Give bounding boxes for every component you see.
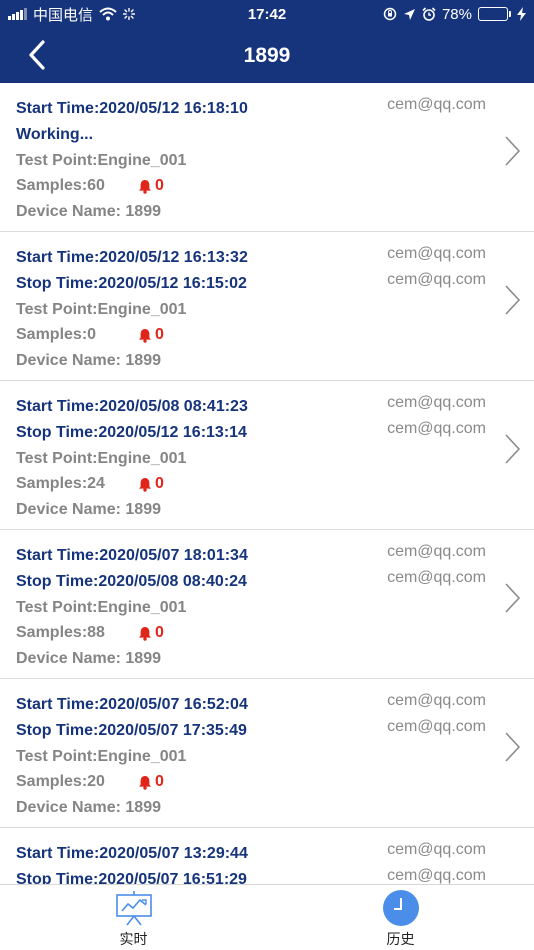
record-item[interactable]: Start Time:2020/05/07 16:52:04 Stop Time… xyxy=(0,679,534,828)
status-bar: 中国电信 17:42 78% xyxy=(0,0,534,28)
realtime-chart-icon xyxy=(115,891,152,926)
alarm-count: 0 xyxy=(155,773,164,791)
alarm-clock-icon xyxy=(422,7,436,21)
bell-icon xyxy=(139,179,151,194)
test-point: Test Point:Engine_001 xyxy=(16,747,187,765)
email: cem@qq.com xyxy=(387,841,486,858)
nav-bar: 1899 xyxy=(0,28,534,83)
alarm-indicator: 0 xyxy=(138,322,164,348)
test-point: Test Point:Engine_001 xyxy=(16,449,187,467)
bell-icon xyxy=(139,775,151,790)
email: cem@qq.com xyxy=(387,245,486,262)
tab-label: 实时 xyxy=(119,931,148,947)
record-item[interactable]: Start Time:2020/05/08 08:41:23 Stop Time… xyxy=(0,381,534,530)
test-point: Test Point:Engine_001 xyxy=(16,151,187,169)
tab-label: 历史 xyxy=(386,931,415,947)
samples-row: Samples:60 0 xyxy=(16,173,534,199)
alarm-count: 0 xyxy=(155,475,164,493)
status-right: 78% xyxy=(383,6,526,23)
record-list[interactable]: Start Time:2020/05/12 16:18:10 Working..… xyxy=(0,83,534,884)
chevron-right-icon xyxy=(505,434,521,464)
samples-count: Samples:60 xyxy=(16,177,105,195)
record-item[interactable]: Start Time:2020/05/07 13:29:44 Stop Time… xyxy=(0,828,534,884)
carrier-label: 中国电信 xyxy=(33,6,94,24)
samples-count: Samples:24 xyxy=(16,475,105,493)
loading-icon xyxy=(123,8,136,20)
bell-icon xyxy=(139,328,151,343)
alarm-count: 0 xyxy=(155,326,164,344)
device-name: Device Name: 1899 xyxy=(16,501,161,519)
battery-percent: 78% xyxy=(441,5,472,23)
working-status: Working... xyxy=(16,125,94,143)
samples-row: Samples:0 0 xyxy=(16,322,534,348)
chevron-right-icon xyxy=(505,136,521,166)
test-point: Test Point:Engine_001 xyxy=(16,598,187,616)
samples-count: Samples:88 xyxy=(16,624,105,642)
location-icon xyxy=(403,8,415,20)
bell-icon xyxy=(139,477,151,492)
email: cem@qq.com xyxy=(387,270,486,288)
email: cem@qq.com xyxy=(387,717,486,735)
record-item[interactable]: Start Time:2020/05/12 16:18:10 Working..… xyxy=(0,83,534,232)
page-title: 1899 xyxy=(243,43,291,67)
email: cem@qq.com xyxy=(387,692,486,709)
charging-icon xyxy=(517,7,526,21)
device-name: Device Name: 1899 xyxy=(16,799,161,817)
email: cem@qq.com xyxy=(387,568,486,586)
samples-row: Samples:88 0 xyxy=(16,620,534,646)
alarm-indicator: 0 xyxy=(138,620,164,646)
back-chevron-icon xyxy=(29,40,45,70)
record-item[interactable]: Start Time:2020/05/07 18:01:34 Stop Time… xyxy=(0,530,534,679)
chevron-right-icon xyxy=(505,583,521,613)
tab-bar: 实时 历史 xyxy=(0,884,534,950)
alarm-count: 0 xyxy=(155,177,164,195)
orientation-lock-icon xyxy=(383,7,397,21)
record-item[interactable]: Start Time:2020/05/12 16:13:32 Stop Time… xyxy=(0,232,534,381)
samples-row: Samples:24 0 xyxy=(16,471,534,497)
alarm-indicator: 0 xyxy=(138,173,164,199)
signal-icon xyxy=(8,8,27,20)
email: cem@qq.com xyxy=(387,96,486,113)
battery-icon xyxy=(478,7,511,21)
alarm-indicator: 0 xyxy=(138,769,164,795)
device-name: Device Name: 1899 xyxy=(16,203,161,221)
alarm-count: 0 xyxy=(155,624,164,642)
history-clock-icon xyxy=(382,890,419,926)
tab-history[interactable]: 历史 xyxy=(267,885,534,950)
samples-row: Samples:20 0 xyxy=(16,769,534,795)
tab-realtime[interactable]: 实时 xyxy=(0,885,267,950)
email: cem@qq.com xyxy=(387,866,486,884)
device-name: Device Name: 1899 xyxy=(16,352,161,370)
test-point: Test Point:Engine_001 xyxy=(16,300,187,318)
wifi-icon xyxy=(99,7,117,21)
samples-count: Samples:20 xyxy=(16,773,105,791)
chevron-right-icon xyxy=(505,732,521,762)
chevron-right-icon xyxy=(505,285,521,315)
email: cem@qq.com xyxy=(387,394,486,411)
email: cem@qq.com xyxy=(387,543,486,560)
status-left: 中国电信 xyxy=(8,4,136,25)
bell-icon xyxy=(139,626,151,641)
device-name: Device Name: 1899 xyxy=(16,650,161,668)
alarm-indicator: 0 xyxy=(138,471,164,497)
back-button[interactable] xyxy=(22,38,52,72)
samples-count: Samples:0 xyxy=(16,326,97,344)
email: cem@qq.com xyxy=(387,419,486,437)
